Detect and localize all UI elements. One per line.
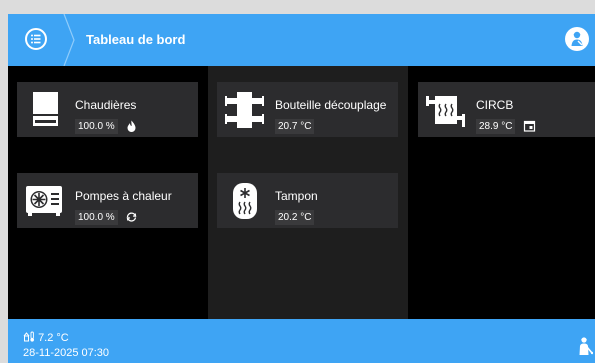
tile-name: Chaudières <box>75 98 137 112</box>
boiler-icon <box>33 92 58 126</box>
header-bar: Tableau de bord <box>8 14 595 66</box>
user-worker-icon[interactable] <box>579 336 593 356</box>
tile-pompes-a-chaleur[interactable]: Pompes à chaleur 100.0 % <box>17 173 198 228</box>
tile-name: Pompes à chaleur <box>75 189 172 203</box>
calendar-icon <box>523 120 536 132</box>
tile-value: 20.2 °C <box>275 210 315 225</box>
outdoor-thermometer-icon <box>23 331 34 342</box>
user-button[interactable] <box>565 27 589 51</box>
status-bar: 7.2 °C 28-11-2025 07:30 <box>8 319 595 363</box>
heating-circuit-icon <box>426 96 465 127</box>
outdoor-temperature: 7.2 °C <box>23 331 69 344</box>
tile-name: Bouteille découplage <box>275 98 387 112</box>
page-title: Tableau de bord <box>86 32 186 47</box>
outdoor-temperature-value: 7.2 °C <box>38 332 69 344</box>
date-time: 28-11-2025 07:30 <box>23 347 110 359</box>
hydraulic-separator-icon <box>225 92 264 128</box>
tile-chaudieres[interactable]: Chaudières 100.0 % <box>17 82 198 137</box>
column-hydraulics: Bouteille découplage 20.7 °C Tampon 20.2… <box>208 66 408 319</box>
heat-pump-icon <box>26 186 62 216</box>
tile-name: Tampon <box>275 189 318 203</box>
tile-name: CIRCB <box>476 98 514 112</box>
tile-value: 100.0 % <box>75 119 118 134</box>
flame-icon <box>127 120 136 132</box>
tile-tampon[interactable]: Tampon 20.2 °C <box>217 173 398 228</box>
column-circuits: CIRCB 28.9 °C <box>408 66 595 319</box>
tile-value: 28.9 °C <box>476 119 516 134</box>
buffer-tank-icon <box>233 183 257 219</box>
user-worker-icon <box>571 31 583 46</box>
list-icon <box>31 34 41 44</box>
app-screen: Tableau de bord Chaudières 100.0 % Pompe… <box>8 14 595 363</box>
tile-value: 100.0 % <box>75 210 118 225</box>
column-production: Chaudières 100.0 % Pompes à chaleur 100.… <box>8 66 208 319</box>
tile-value: 20.7 °C <box>275 119 315 134</box>
cycle-icon <box>126 212 137 222</box>
tile-bouteille-decouplage[interactable]: Bouteille découplage 20.7 °C <box>217 82 398 137</box>
menu-button[interactable] <box>25 28 47 50</box>
breadcrumb-separator <box>63 14 75 66</box>
tile-circb[interactable]: CIRCB 28.9 °C <box>418 82 595 137</box>
